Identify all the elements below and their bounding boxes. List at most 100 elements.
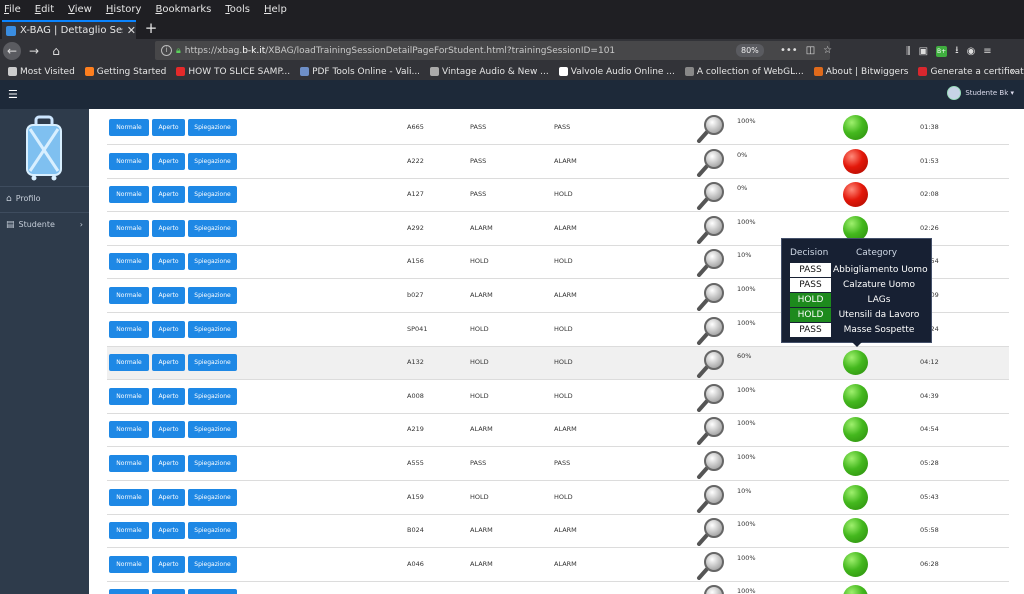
- normale-button[interactable]: Normale: [109, 555, 149, 573]
- magnifier-icon[interactable]: [696, 382, 726, 412]
- bookmark-item[interactable]: HOW TO SLICE SAMP...: [176, 67, 290, 77]
- normale-button[interactable]: Normale: [109, 354, 149, 372]
- aperto-button[interactable]: Aperto: [152, 354, 185, 372]
- spiegazione-button[interactable]: Spiegazione: [188, 152, 237, 170]
- magnifier-icon[interactable]: [696, 415, 726, 446]
- status-light-green-icon[interactable]: [843, 585, 868, 594]
- magnifier-icon[interactable]: [696, 180, 726, 211]
- extension-icon[interactable]: B+: [936, 45, 948, 57]
- menu-edit[interactable]: Edit: [35, 4, 54, 15]
- back-arrow-icon[interactable]: ←: [3, 42, 21, 60]
- status-light-green-icon[interactable]: [843, 484, 868, 510]
- spiegazione-button[interactable]: Spiegazione: [188, 287, 237, 304]
- aperto-button[interactable]: Aperto: [152, 287, 185, 304]
- status-light-red-icon[interactable]: [843, 182, 868, 208]
- sidebar-item-profilo[interactable]: ⌂ Profilo: [0, 186, 89, 210]
- bookmarks-overflow-icon[interactable]: »: [1010, 63, 1016, 80]
- status-light-green-icon[interactable]: [843, 551, 868, 577]
- page-actions-icon[interactable]: •••: [780, 45, 798, 56]
- menu-hamburger-icon[interactable]: ≡: [983, 46, 991, 57]
- spiegazione-button[interactable]: Spiegazione: [188, 387, 237, 405]
- forward-arrow-icon[interactable]: →: [25, 42, 43, 60]
- bookmark-item[interactable]: Generate a certificat...: [918, 67, 1024, 77]
- magnifier-icon[interactable]: [696, 113, 726, 143]
- magnifier-icon[interactable]: [696, 449, 726, 479]
- magnifier-icon[interactable]: [696, 516, 726, 547]
- spiegazione-button[interactable]: Spiegazione: [188, 421, 237, 439]
- status-light-red-icon[interactable]: [843, 148, 868, 174]
- normale-button[interactable]: Normale: [109, 455, 149, 472]
- normale-button[interactable]: Normale: [109, 219, 149, 237]
- menu-history[interactable]: History: [106, 4, 142, 15]
- aperto-button[interactable]: Aperto: [152, 522, 185, 540]
- aperto-button[interactable]: Aperto: [152, 455, 185, 472]
- spiegazione-button[interactable]: Spiegazione: [188, 253, 237, 271]
- aperto-button[interactable]: Aperto: [152, 186, 185, 204]
- sidebar-toggle-icon[interactable]: ▣: [919, 46, 928, 57]
- user-menu[interactable]: Studente Bk ▾: [947, 86, 1014, 100]
- spiegazione-button[interactable]: Spiegazione: [188, 320, 237, 338]
- bookmark-star-icon[interactable]: ☆: [823, 45, 832, 56]
- normale-button[interactable]: Normale: [109, 287, 149, 304]
- normale-button[interactable]: Normale: [109, 589, 149, 594]
- status-light-green-icon[interactable]: [843, 115, 868, 140]
- new-tab-button[interactable]: +: [143, 19, 159, 39]
- normale-button[interactable]: Normale: [109, 387, 149, 405]
- normale-button[interactable]: Normale: [109, 320, 149, 338]
- library-icon[interactable]: ⫼: [906, 46, 911, 57]
- menu-file[interactable]: File: [4, 4, 21, 15]
- spiegazione-button[interactable]: Spiegazione: [188, 589, 237, 594]
- magnifier-icon[interactable]: [696, 147, 726, 177]
- tab-close-icon[interactable]: ✕: [127, 24, 136, 37]
- aperto-button[interactable]: Aperto: [152, 589, 185, 594]
- bookmark-item[interactable]: Vintage Audio & New ...: [430, 67, 549, 77]
- spiegazione-button[interactable]: Spiegazione: [188, 186, 237, 204]
- aperto-button[interactable]: Aperto: [152, 119, 185, 136]
- normale-button[interactable]: Normale: [109, 421, 149, 439]
- bookmark-item[interactable]: PDF Tools Online - Vali...: [300, 67, 420, 77]
- spiegazione-button[interactable]: Spiegazione: [188, 455, 237, 472]
- url-bar[interactable]: i 🔒︎ https://xbag. b-k.it/XBAG/loadTraini…: [155, 41, 832, 60]
- aperto-button[interactable]: Aperto: [152, 320, 185, 338]
- zoom-level-badge[interactable]: 80%: [736, 44, 764, 57]
- aperto-button[interactable]: Aperto: [152, 421, 185, 439]
- pocket-icon[interactable]: ◫: [806, 45, 815, 56]
- magnifier-icon[interactable]: [696, 483, 726, 513]
- aperto-button[interactable]: Aperto: [152, 488, 185, 506]
- account-icon[interactable]: ◉: [967, 46, 976, 57]
- sidebar-item-studente[interactable]: ▤ Studente ›: [0, 212, 89, 236]
- menu-help[interactable]: Help: [264, 4, 287, 15]
- magnifier-icon[interactable]: [696, 583, 726, 594]
- download-icon[interactable]: ⭳: [955, 43, 959, 60]
- spiegazione-button[interactable]: Spiegazione: [188, 555, 237, 573]
- normale-button[interactable]: Normale: [109, 119, 149, 136]
- magnifier-icon[interactable]: [696, 247, 726, 278]
- spiegazione-button[interactable]: Spiegazione: [188, 119, 237, 136]
- tab-xbag[interactable]: X-BAG | Dettaglio Sessione ✕: [2, 20, 136, 39]
- menu-tools[interactable]: Tools: [225, 4, 250, 15]
- status-light-green-icon[interactable]: [843, 417, 868, 443]
- status-light-green-icon[interactable]: [843, 383, 868, 409]
- normale-button[interactable]: Normale: [109, 488, 149, 506]
- aperto-button[interactable]: Aperto: [152, 387, 185, 405]
- magnifier-icon[interactable]: [696, 214, 726, 244]
- bookmark-item[interactable]: Valvole Audio Online ...: [558, 67, 675, 77]
- status-light-green-icon[interactable]: [843, 518, 868, 544]
- normale-button[interactable]: Normale: [109, 152, 149, 170]
- magnifier-icon[interactable]: [696, 348, 726, 379]
- status-light-green-icon[interactable]: [843, 350, 868, 376]
- bookmark-item[interactable]: About | Bitwiggers: [813, 67, 908, 77]
- magnifier-icon[interactable]: [696, 281, 726, 311]
- bookmark-item[interactable]: Most Visited: [8, 67, 75, 77]
- magnifier-icon[interactable]: [696, 550, 726, 580]
- home-icon[interactable]: ⌂: [47, 42, 65, 60]
- normale-button[interactable]: Normale: [109, 522, 149, 540]
- menu-view[interactable]: View: [68, 4, 92, 15]
- aperto-button[interactable]: Aperto: [152, 219, 185, 237]
- spiegazione-button[interactable]: Spiegazione: [188, 522, 237, 540]
- spiegazione-button[interactable]: Spiegazione: [188, 219, 237, 237]
- site-info-icon[interactable]: i: [161, 45, 172, 56]
- spiegazione-button[interactable]: Spiegazione: [188, 488, 237, 506]
- bookmark-item[interactable]: Getting Started: [84, 67, 166, 77]
- bookmark-item[interactable]: A collection of WebGL...: [684, 67, 804, 77]
